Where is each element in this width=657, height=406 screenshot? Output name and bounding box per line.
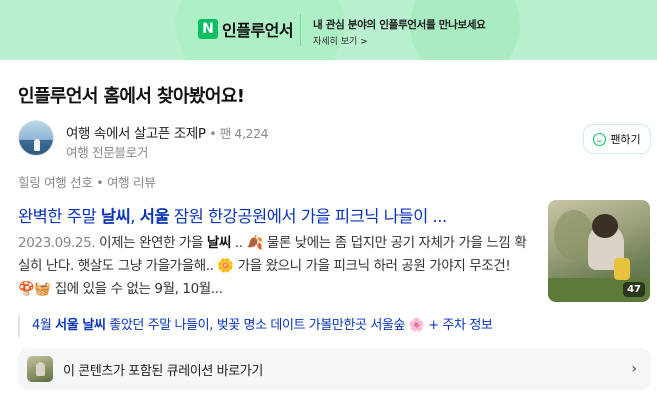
article-title-link[interactable]: 완벽한 주말 날씨, 서울 잠원 한강공원에서 가을 피크닉 나들이 ... (18, 203, 530, 227)
article-snippet[interactable]: 2023.09.25. 이제는 완연한 가을 날씨 .. 🍂 물론 낮에는 좀 … (18, 232, 530, 301)
author-line[interactable]: 여행 속에서 살고픈 조제P • 팬 4,224 (66, 122, 269, 142)
author-description: 여행 전문블로거 (66, 145, 149, 160)
title-text: , (130, 207, 140, 226)
curation-shortcut[interactable]: 이 콘텐츠가 포함된 큐레이션 바로가기 › (18, 348, 651, 390)
snippet-text: 이제는 완연한 가을 (95, 235, 207, 251)
fan-button-label: 팬하기 (610, 133, 641, 146)
banner-brand: N 인플루언서 (198, 17, 294, 41)
curation-label: 이 콘텐츠가 포함된 큐레이션 바로가기 (63, 363, 263, 379)
influencer-banner[interactable]: N 인플루언서 내 관심 분야의 인플루언서를 만나보세요 자세히 보기 > (0, 0, 657, 60)
section-title: 인플루언서 홈에서 찾아봤어요! (18, 86, 245, 107)
naver-n-logo-icon: N (198, 19, 218, 39)
banner-message: 내 관심 분야의 인플루언서를 만나보세요 (313, 19, 486, 31)
title-highlight: 서울 (139, 207, 170, 226)
snippet-highlight: 날씨 (206, 235, 231, 251)
smile-icon (593, 132, 607, 146)
thumbnail-hair (592, 214, 618, 238)
thumbnail-flowers (614, 258, 630, 280)
post-date: 2023.09.25. (18, 235, 96, 251)
article-thumbnail[interactable]: 47 (548, 200, 650, 302)
title-highlight: 날씨 (100, 207, 131, 226)
title-text: 잠원 한강공원에서 가을 피크닉 나들이 ... (169, 207, 447, 226)
curation-thumbnail (27, 356, 53, 382)
related-text: 4월 (32, 318, 56, 333)
avatar[interactable] (18, 120, 54, 156)
category-tags: 힐링 여행 선호 • 여행 리뷰 (18, 175, 156, 190)
image-count-badge: 47 (623, 282, 645, 297)
chevron-right-icon: › (631, 361, 637, 377)
fan-button[interactable]: 팬하기 (583, 124, 651, 154)
related-highlight: 서울 날씨 (55, 318, 106, 333)
fan-count: • 팬 4,224 (205, 126, 269, 141)
related-text: 좋았던 주말 나들이, 벚꽃 명소 데이트 가볼만한곳 서울숲 🌸 + 주차 정… (105, 318, 493, 333)
avatar-figure (34, 139, 40, 151)
related-post-link[interactable]: 4월 서울 날씨 좋았던 주말 나들이, 벚꽃 명소 데이트 가볼만한곳 서울숲… (18, 315, 493, 337)
author-name[interactable]: 여행 속에서 살고픈 조제P (66, 126, 206, 142)
banner-divider (300, 14, 301, 46)
title-text: 완벽한 주말 (18, 207, 101, 226)
banner-brand-name: 인플루언서 (222, 21, 294, 40)
banner-more-link[interactable]: 자세히 보기 > (313, 34, 368, 47)
